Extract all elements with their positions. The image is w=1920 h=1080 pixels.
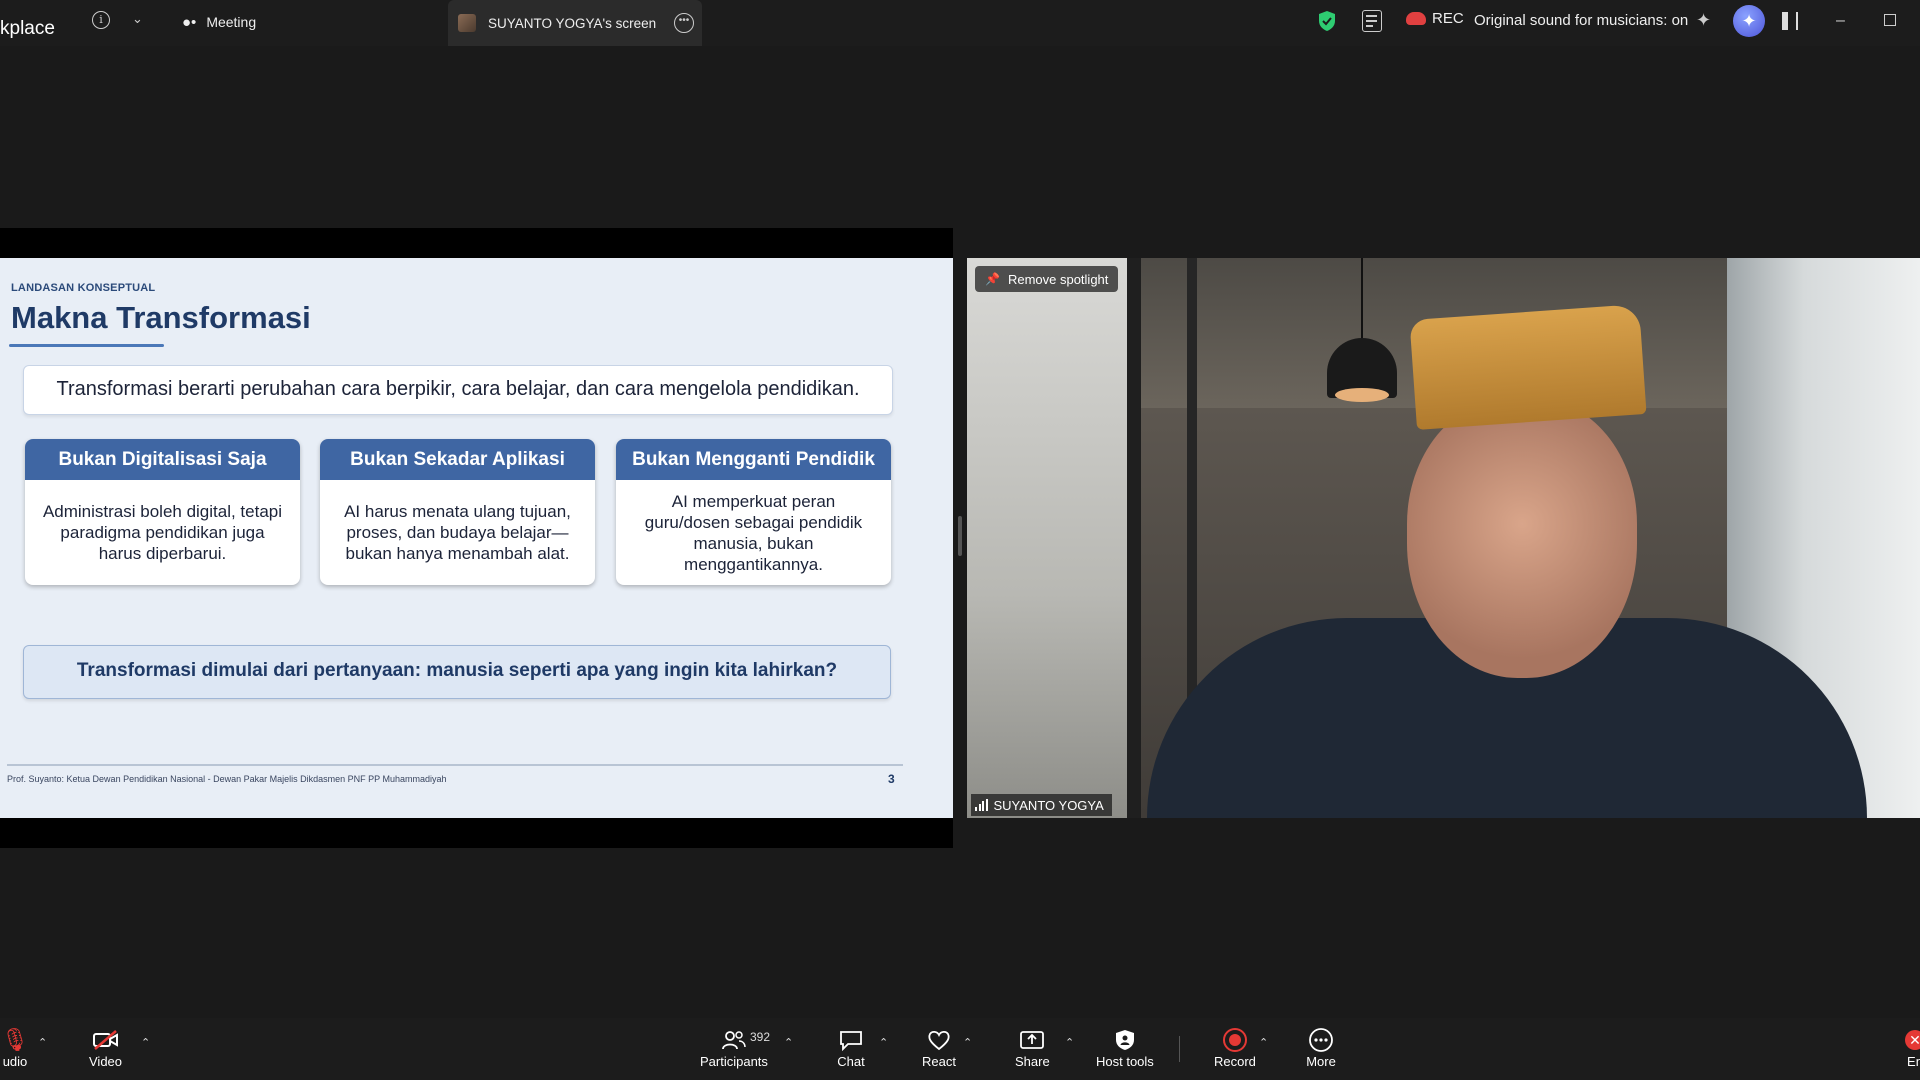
avatar	[458, 14, 476, 32]
footer-divider	[7, 764, 903, 766]
lamp-glow	[1335, 388, 1389, 402]
participants-count: 392	[750, 1030, 771, 1044]
record-button[interactable]: Record	[1214, 1026, 1256, 1069]
lamp-cord	[1361, 258, 1363, 340]
slide-question: Transformasi dimulai dari pertanyaan: ma…	[23, 645, 891, 699]
share-button[interactable]: Share	[1015, 1026, 1050, 1069]
chat-caret-icon[interactable]: ⌃	[879, 1036, 888, 1049]
chat-icon	[836, 1026, 866, 1054]
meeting-toolbar: 🎙 udio ⌃ Video ⌃ Participants 392 ⌃ Chat…	[0, 1018, 1920, 1080]
tab-meeting-label: Meeting	[206, 14, 257, 30]
record-caret-icon[interactable]: ⌃	[1259, 1036, 1268, 1049]
share-screen-icon	[1017, 1026, 1047, 1054]
participant-name-tag: SUYANTO YOGYA	[971, 794, 1112, 816]
tab-shared-screen[interactable]: SUYANTO YOGYA's screen •••	[448, 0, 702, 46]
card-digitalisasi: Bukan Digitalisasi Saja Administrasi bol…	[25, 439, 300, 585]
share-caret-icon[interactable]: ⌃	[1065, 1036, 1074, 1049]
tab-shared-screen-label: SUYANTO YOGYA's screen	[488, 15, 657, 31]
host-tools-label: Host tools	[1096, 1054, 1154, 1069]
more-icon	[1306, 1026, 1336, 1054]
card-aplikasi: Bukan Sekadar Aplikasi AI harus menata u…	[320, 439, 595, 585]
security-shield-icon[interactable]	[1318, 10, 1336, 32]
card-heading: Bukan Sekadar Aplikasi	[320, 439, 595, 480]
people-icon: ●•	[182, 13, 197, 31]
cloud-record-icon	[1406, 12, 1426, 25]
record-label: Record	[1214, 1054, 1256, 1069]
notes-icon[interactable]	[1362, 10, 1382, 32]
participants-icon	[719, 1026, 749, 1054]
more-button[interactable]: More	[1306, 1026, 1336, 1069]
title-underline	[9, 344, 164, 347]
minimize-icon[interactable]: –	[1836, 12, 1845, 30]
tab-meeting[interactable]: ●• Meeting	[182, 10, 256, 34]
video-wall	[967, 258, 1127, 818]
audio-label: udio	[2, 1054, 28, 1069]
chat-button[interactable]: Chat	[836, 1026, 866, 1069]
magic-wand-icon[interactable]: ✦	[1696, 10, 1711, 31]
title-bar: kplace i ⌄ ●• Meeting SUYANTO YOGYA's sc…	[0, 0, 1920, 46]
sidebar-toggle-icon[interactable]	[1782, 12, 1798, 30]
video-options-caret-icon[interactable]: ⌃	[141, 1036, 150, 1049]
toolbar-divider	[1179, 1036, 1180, 1062]
video-off-icon	[91, 1026, 121, 1054]
info-icon[interactable]: i	[92, 11, 110, 29]
video-button[interactable]: Video	[89, 1026, 122, 1069]
video-frame	[1127, 258, 1141, 818]
end-meeting-button[interactable]: ✕ En	[1900, 1026, 1920, 1069]
shared-slide: LANDASAN KONSEPTUAL Makna Transformasi T…	[0, 258, 953, 818]
app-title: kplace	[0, 18, 55, 39]
record-icon	[1220, 1026, 1250, 1054]
react-caret-icon[interactable]: ⌃	[963, 1036, 972, 1049]
heart-icon	[924, 1026, 954, 1054]
slide-footer: Prof. Suyanto: Ketua Dewan Pendidikan Na…	[7, 774, 447, 784]
chevron-down-icon[interactable]: ⌄	[132, 11, 143, 27]
more-label: More	[1306, 1054, 1336, 1069]
audio-button[interactable]: 🎙 udio	[0, 1026, 30, 1069]
host-tools-button[interactable]: Host tools	[1096, 1026, 1154, 1069]
card-body: AI harus menata ulang tujuan, proses, da…	[344, 502, 571, 563]
microphone-muted-icon: 🎙	[1, 1027, 29, 1052]
react-button[interactable]: React	[922, 1026, 956, 1069]
split-resize-handle[interactable]	[958, 516, 962, 556]
recording-status[interactable]: REC	[1406, 10, 1464, 27]
card-pendidik: Bukan Mengganti Pendidik AI memperkuat p…	[616, 439, 891, 585]
participants-caret-icon[interactable]: ⌃	[784, 1036, 793, 1049]
card-heading: Bukan Mengganti Pendidik	[616, 439, 891, 480]
slide-page-number: 3	[888, 772, 895, 786]
ai-companion-icon[interactable]: ✦	[1733, 5, 1765, 37]
remove-spotlight-button[interactable]: 📌 Remove spotlight	[975, 266, 1119, 292]
card-heading: Bukan Digitalisasi Saja	[25, 439, 300, 480]
card-body: Administrasi boleh digital, tetapi parad…	[42, 502, 283, 563]
participant-face	[1407, 398, 1637, 678]
restore-window-icon[interactable]	[1884, 14, 1896, 26]
end-icon: ✕	[1900, 1026, 1920, 1054]
participants-label: Participants	[700, 1054, 768, 1069]
audio-options-caret-icon[interactable]: ⌃	[38, 1036, 47, 1049]
slide-title: Makna Transformasi	[11, 300, 311, 335]
card-body: AI memperkuat peran guru/dosen sebagai p…	[644, 491, 863, 574]
slide-kicker: LANDASAN KONSEPTUAL	[11, 282, 156, 294]
rec-label: REC	[1432, 10, 1464, 27]
pin-icon: 📌	[985, 272, 1000, 286]
original-sound-status[interactable]: Original sound for musicians: on	[1474, 12, 1688, 29]
more-options-icon[interactable]: •••	[674, 13, 694, 33]
host-shield-icon	[1110, 1026, 1140, 1054]
participant-video[interactable]: 📌 Remove spotlight SUYANTO YOGYA	[967, 258, 1920, 818]
participant-cap	[1409, 304, 1647, 430]
remove-spotlight-label: Remove spotlight	[1007, 271, 1109, 287]
end-label: En	[1907, 1054, 1920, 1069]
signal-strength-icon	[975, 799, 988, 811]
participant-name: SUYANTO YOGYA	[993, 797, 1104, 813]
video-label: Video	[89, 1054, 123, 1069]
react-label: React	[922, 1054, 956, 1069]
share-label: Share	[1015, 1054, 1050, 1069]
slide-lead: Transformasi berarti perubahan cara berp…	[23, 365, 893, 415]
chat-label: Chat	[837, 1054, 865, 1069]
